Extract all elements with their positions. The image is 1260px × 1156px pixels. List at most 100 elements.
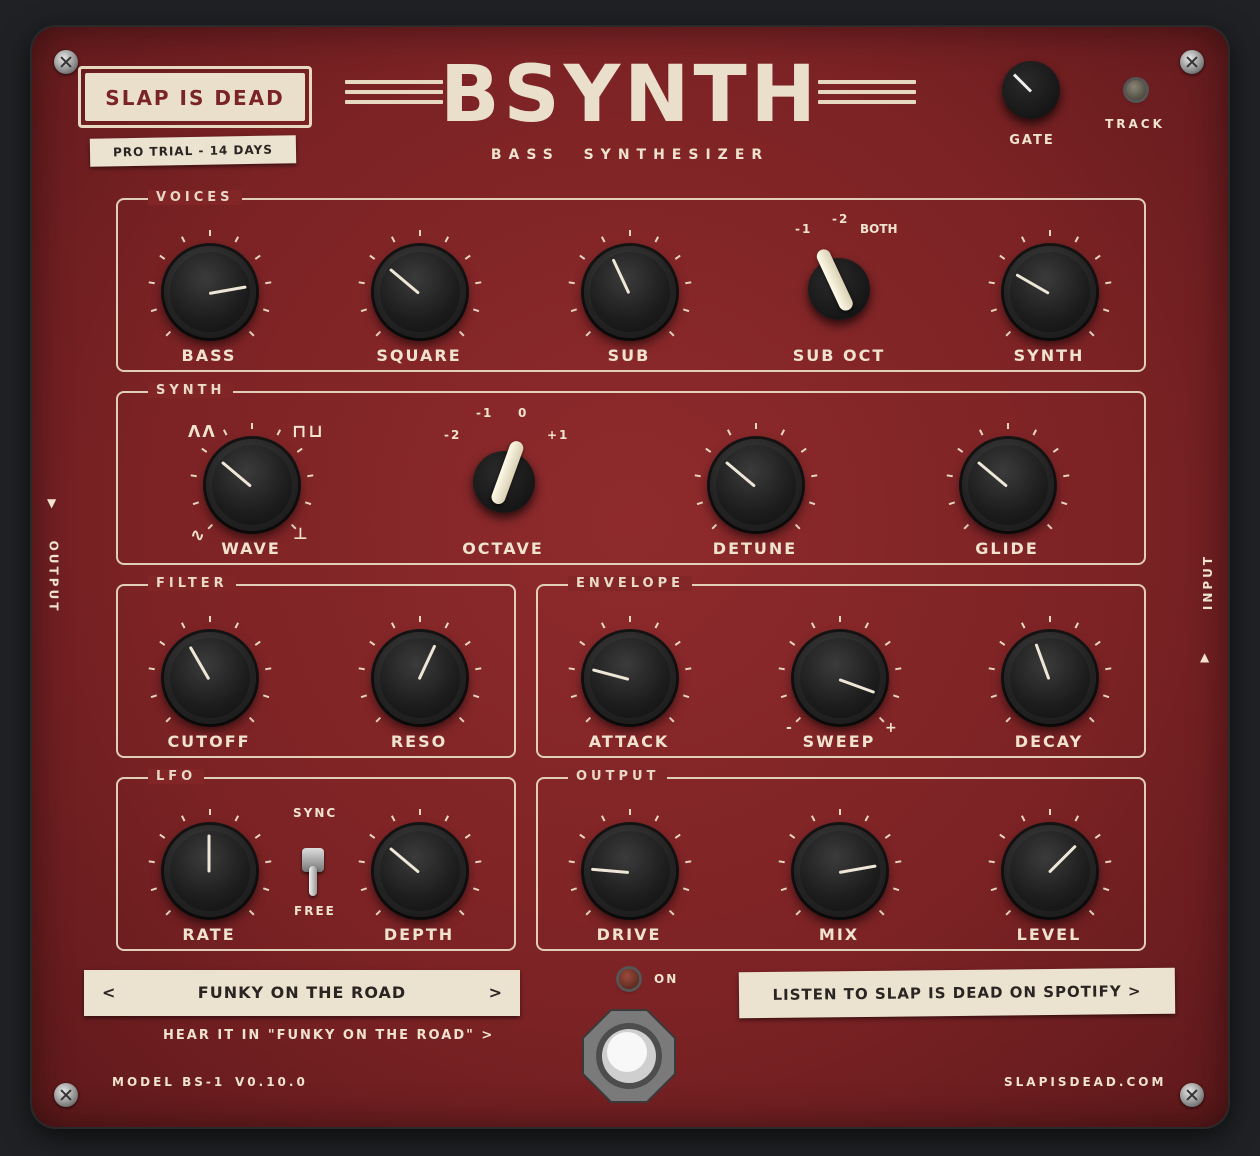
section-title: FILTER xyxy=(148,576,236,591)
knob-body xyxy=(164,825,256,917)
knob-body xyxy=(164,632,256,724)
bypass-footswitch[interactable] xyxy=(581,1008,677,1104)
screw-icon xyxy=(1180,1083,1204,1107)
attack-label: ATTACK xyxy=(588,732,670,751)
glide-knob[interactable] xyxy=(943,420,1073,550)
knob-pointer xyxy=(388,846,420,874)
synth-knob[interactable] xyxy=(985,227,1115,357)
knob-body xyxy=(374,246,466,338)
reso-knob[interactable] xyxy=(355,613,485,743)
knob-body xyxy=(794,825,886,917)
brand-badge-label: SLAP IS DEAD xyxy=(105,86,285,110)
decay-knob[interactable] xyxy=(985,613,1115,743)
model-label: MODEL BS-1 xyxy=(112,1075,226,1089)
square-knob[interactable] xyxy=(355,227,485,357)
preset-next-button[interactable]: > xyxy=(489,983,502,1002)
hear-it-link[interactable]: HEAR IT IN "FUNKY ON THE ROAD" > xyxy=(163,1028,494,1043)
octave-label: OCTAVE xyxy=(462,539,544,558)
title-decoration-left xyxy=(345,80,443,110)
knob-pointer xyxy=(591,867,630,874)
square-label: SQUARE xyxy=(376,346,462,365)
octave-option[interactable]: 0 xyxy=(518,406,528,420)
level-knob[interactable] xyxy=(985,806,1115,936)
knob-body xyxy=(1004,246,1096,338)
knob-body xyxy=(584,825,676,917)
depth-label: DEPTH xyxy=(383,925,455,944)
knob-body xyxy=(962,439,1054,531)
track-label: TRACK xyxy=(1105,117,1165,131)
section-title: VOICES xyxy=(148,190,242,205)
trial-tape[interactable]: PRO TRIAL - 14 DAYS xyxy=(89,135,297,167)
app-subtitle: BASS SYNTHESIZER xyxy=(490,147,770,163)
sub-label: SUB xyxy=(607,346,651,365)
bass-label: BASS xyxy=(181,346,237,365)
knob-body xyxy=(794,632,886,724)
sub-oct-option[interactable]: BOTH xyxy=(860,222,898,236)
knob-pointer xyxy=(220,460,252,488)
sync-label: SYNC xyxy=(293,806,338,820)
knob-body xyxy=(206,439,298,531)
version-label: V0.10.0 xyxy=(235,1075,308,1089)
attack-knob[interactable] xyxy=(565,613,695,743)
drive-label: DRIVE xyxy=(596,925,662,944)
cutoff-knob[interactable] xyxy=(145,613,275,743)
level-label: LEVEL xyxy=(1016,925,1082,944)
knob-pointer xyxy=(976,460,1008,488)
spotify-link[interactable]: LISTEN TO SLAP IS DEAD ON SPOTIFY > xyxy=(738,967,1176,1019)
section-title: OUTPUT xyxy=(568,769,668,784)
detune-knob[interactable] xyxy=(691,420,821,550)
knob-body xyxy=(374,825,466,917)
synth-label: SYNTH xyxy=(1013,346,1085,365)
cutoff-label: CUTOFF xyxy=(167,732,251,751)
octave-option[interactable]: -2 xyxy=(444,428,461,442)
glide-label: GLIDE xyxy=(975,539,1039,558)
output-side-label: OUTPUT xyxy=(46,540,61,614)
section-title: LFO xyxy=(148,769,205,784)
screw-icon xyxy=(1180,50,1204,74)
website-link[interactable]: SLAPISDEAD.COM xyxy=(1004,1075,1166,1089)
gate-knob-pointer xyxy=(1012,73,1033,93)
mix-label: MIX xyxy=(818,925,860,944)
octave-option[interactable]: +1 xyxy=(547,428,569,442)
knob-pointer xyxy=(1034,643,1051,681)
mix-knob[interactable] xyxy=(775,806,905,936)
octave-option[interactable]: -1 xyxy=(476,406,493,420)
knob-pointer xyxy=(208,285,247,295)
sine-wave-icon: ∿ xyxy=(190,525,208,546)
gate-knob[interactable] xyxy=(1002,61,1060,119)
knob-pointer xyxy=(724,460,756,488)
octave-selector-knob[interactable] xyxy=(473,439,535,513)
screw-icon xyxy=(54,50,78,74)
gate-label: GATE xyxy=(1009,133,1055,148)
decay-label: DECAY xyxy=(1014,732,1084,751)
square-wave-icon: ⊓⊔ xyxy=(292,421,325,442)
sub-oct-selector-knob[interactable] xyxy=(808,247,870,320)
screw-icon xyxy=(54,1083,78,1107)
sub-knob[interactable] xyxy=(565,227,695,357)
knob-pointer xyxy=(388,267,420,295)
sub-oct-label: SUB OCT xyxy=(792,346,886,365)
free-label: FREE xyxy=(294,904,336,918)
knob-body xyxy=(1004,632,1096,724)
drive-knob[interactable] xyxy=(565,806,695,936)
knob-body xyxy=(374,632,466,724)
sync-toggle-switch[interactable] xyxy=(302,848,324,896)
sub-oct-option[interactable]: -2 xyxy=(832,212,849,226)
knob-pointer xyxy=(207,834,211,873)
knob-pointer xyxy=(838,864,877,874)
rate-label: RATE xyxy=(182,925,236,944)
sub-oct-option[interactable]: -1 xyxy=(795,222,812,236)
preset-name[interactable]: FUNKY ON THE ROAD xyxy=(84,983,520,1002)
output-side-arrow-icon: ▼ xyxy=(47,496,59,510)
footswitch-icon xyxy=(582,1009,676,1103)
section-title: ENVELOPE xyxy=(568,576,692,591)
bass-knob[interactable] xyxy=(145,227,275,357)
pulse-wave-icon: ⊥ xyxy=(293,524,310,543)
depth-knob[interactable] xyxy=(355,806,485,936)
knob-pointer xyxy=(417,644,437,681)
rate-knob[interactable] xyxy=(145,806,275,936)
detune-label: DETUNE xyxy=(712,539,798,558)
knob-pointer xyxy=(1015,273,1050,295)
track-led[interactable] xyxy=(1126,80,1146,100)
brand-badge[interactable]: SLAP IS DEAD xyxy=(78,66,312,128)
